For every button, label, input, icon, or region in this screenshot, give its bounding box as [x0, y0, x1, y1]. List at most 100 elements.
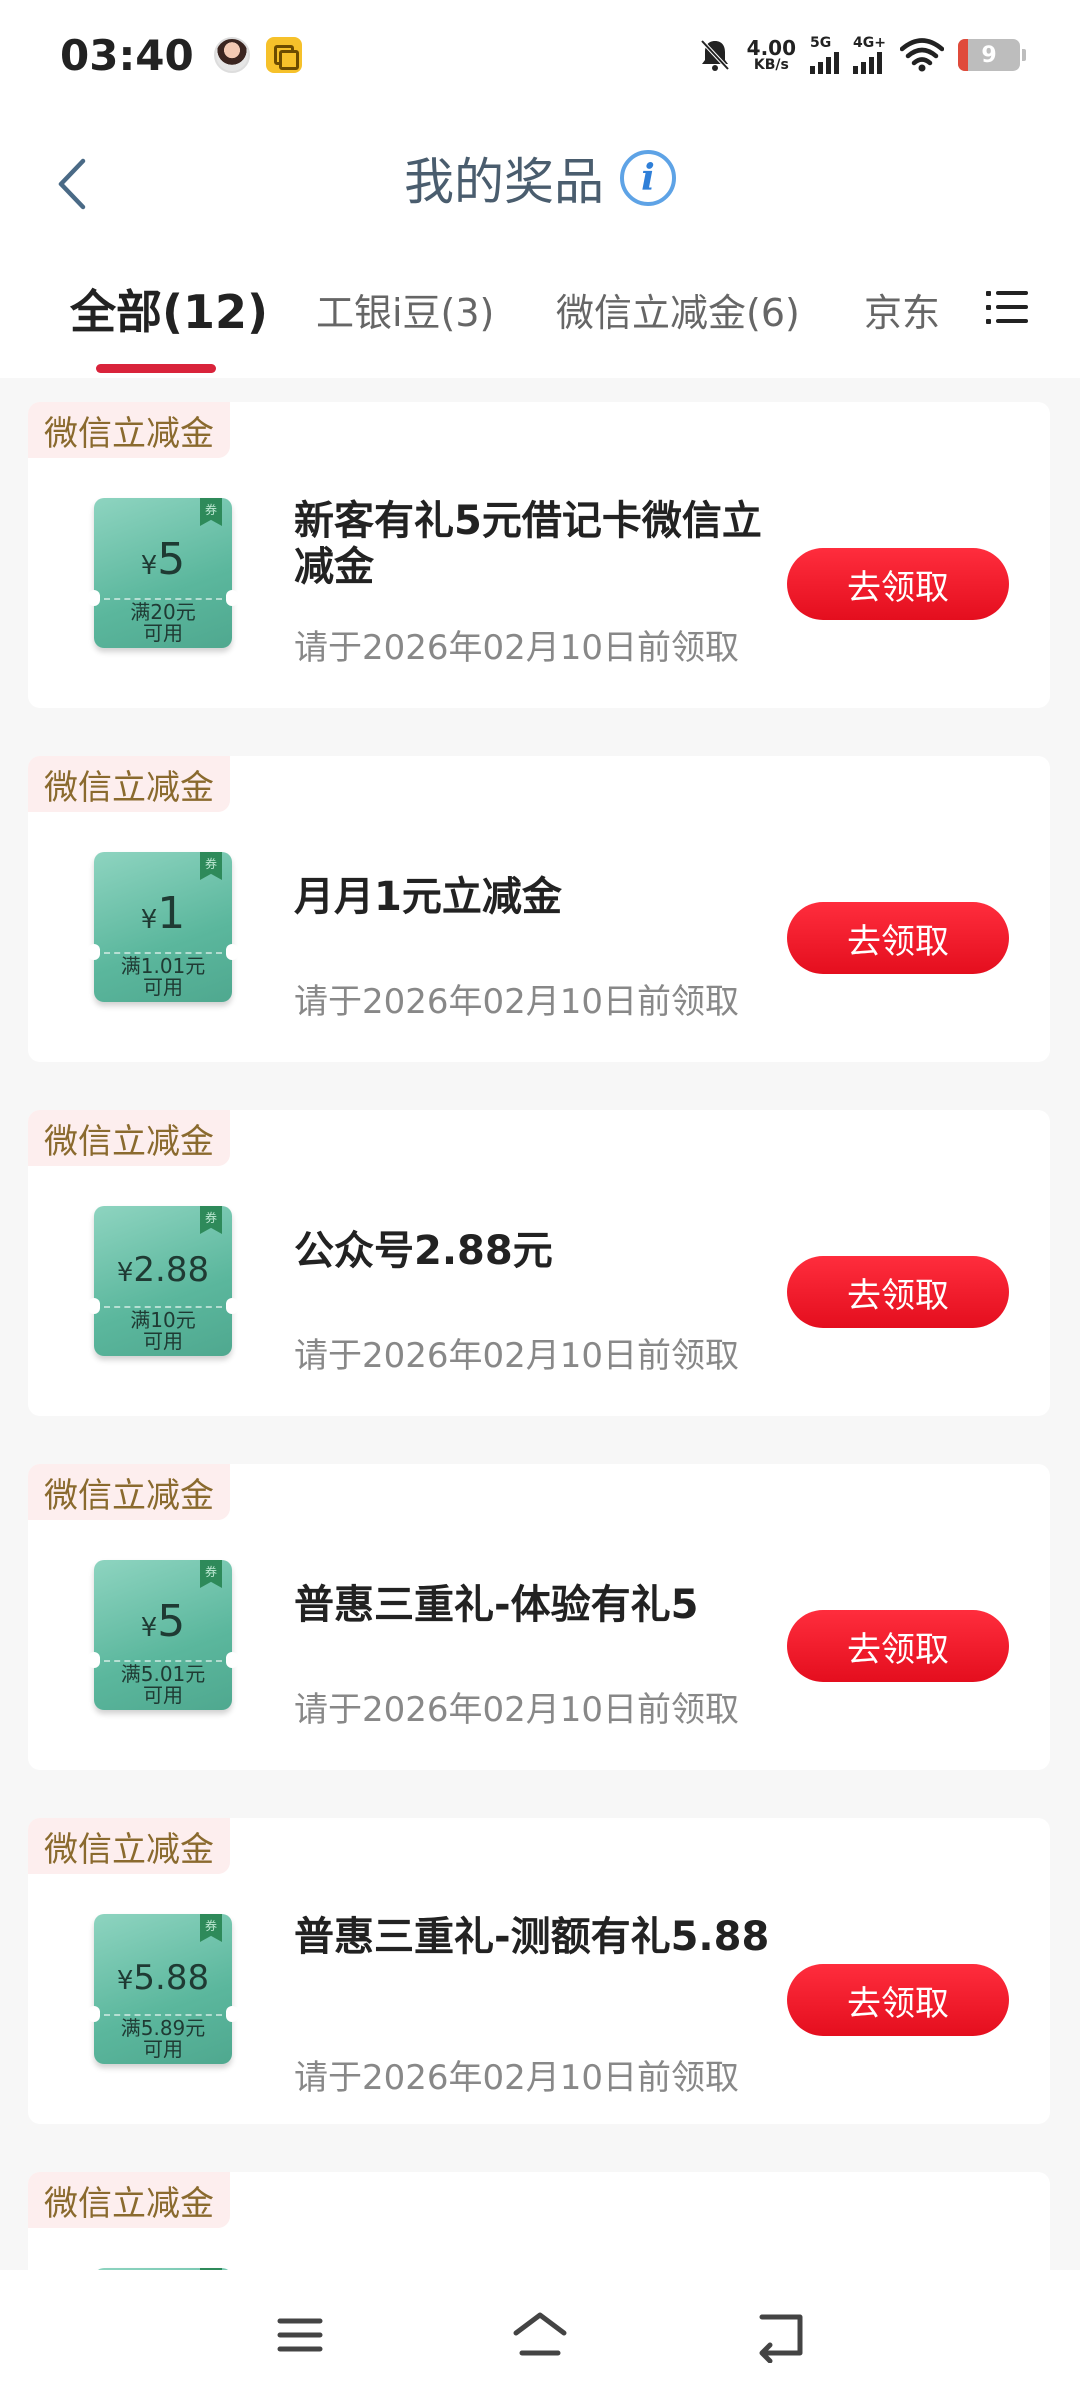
nav-menu-icon — [277, 2318, 323, 2352]
title-wrap: 我的奖品 i — [0, 142, 1080, 214]
signal-bars-icon — [810, 52, 840, 74]
coupon-icon: 券 ¥2.88 满10元 可用 — [88, 1206, 238, 1356]
coupon-icon: 券 ¥5 满5.01元 可用 — [88, 1560, 238, 1710]
tab-active-indicator — [96, 364, 216, 373]
page-title: 我的奖品 — [404, 153, 604, 211]
currency-symbol: ¥ — [140, 1613, 158, 1643]
prize-type-tag: 微信立减金 — [28, 1110, 230, 1166]
coupon-condition-line1: 满5.89元 — [120, 2016, 206, 2040]
coupon-amount: ¥5.88 — [94, 1958, 232, 1998]
coupon-amount: ¥5 — [94, 534, 232, 585]
tab-jd[interactable]: 京东 — [864, 282, 940, 337]
coupon-condition-line1: 满20元 — [130, 600, 196, 624]
coupon-condition-line1: 满1.01元 — [120, 954, 206, 978]
coupon-amount: ¥2.88 — [94, 1250, 232, 1290]
status-time: 03:40 — [60, 30, 194, 80]
prize-type-tag: 微信立减金 — [28, 402, 230, 458]
prize-list[interactable]: 微信立减金 券 ¥5 满20元 可用 新客有礼5元借记卡微信立减金 请于2026年… — [0, 378, 1080, 2270]
currency-symbol: ¥ — [140, 905, 158, 935]
system-nav-bar — [0, 2270, 1080, 2400]
coupon-amount: ¥5 — [94, 1596, 232, 1647]
prize-deadline: 请于2026年02月10日前领取 — [294, 2058, 740, 2098]
signal-sim2: 4G+ — [853, 36, 886, 74]
coupon-icon: 券 ¥1 满1.01元 可用 — [88, 852, 238, 1002]
prize-deadline: 请于2026年02月10日前领取 — [294, 1336, 740, 1376]
nav-menu-button[interactable] — [260, 2300, 340, 2370]
nav-home-icon — [513, 2312, 567, 2356]
currency-symbol: ¥ — [140, 551, 158, 581]
avatar-notification-icon — [213, 37, 250, 73]
coupon-amount-value: 5 — [157, 1596, 186, 1647]
status-left-icons — [213, 37, 302, 73]
coupon-amount: ¥1 — [94, 888, 232, 939]
coupon-condition: 满5.89元 可用 — [94, 2018, 232, 2060]
prize-title: 普惠三重礼-测额有礼5.88 — [294, 1914, 770, 1960]
coupon-condition: 满20元 可用 — [94, 602, 232, 644]
coupon-condition-line1: 满5.01元 — [120, 1662, 206, 1686]
prize-title: 新客有礼5元借记卡微信立减金 — [294, 498, 762, 590]
coupon-condition-line2: 可用 — [143, 2037, 183, 2061]
battery-icon: 9 — [958, 39, 1026, 71]
network-speed: 4.00 KB/s — [747, 38, 796, 72]
claim-button[interactable]: 去领取 — [787, 548, 1009, 620]
currency-symbol: ¥ — [116, 1258, 134, 1288]
signal-sim2-label: 4G+ — [853, 35, 886, 51]
coupon-ribbon-icon: 券 — [200, 498, 222, 526]
prize-deadline: 请于2026年02月10日前领取 — [294, 1690, 740, 1730]
tab-icbc-beans[interactable]: 工银i豆(3) — [316, 282, 494, 337]
coupon-condition-line2: 可用 — [143, 1329, 183, 1353]
coupon-amount-value: 2.88 — [133, 1250, 210, 1290]
signal-bars-icon — [853, 52, 883, 74]
coupon-amount-value: 5 — [157, 534, 186, 585]
coupon-icon: 券 ¥5.88 满5.89元 可用 — [88, 1914, 238, 2064]
coupon-condition-line2: 可用 — [143, 975, 183, 999]
coupon-ribbon-icon: 券 — [200, 1206, 222, 1234]
prize-deadline: 请于2026年02月10日前领取 — [294, 982, 740, 1022]
status-bar: 03:40 4.00 KB/s 5G 4G+ 9 — [0, 0, 1080, 110]
coupon-amount-value: 1 — [157, 888, 186, 939]
coupon-condition: 满10元 可用 — [94, 1310, 232, 1352]
prize-title: 公众号2.88元 — [294, 1228, 553, 1274]
prize-type-tag: 微信立减金 — [28, 1818, 230, 1874]
wifi-icon — [900, 38, 944, 72]
network-speed-unit: KB/s — [753, 57, 789, 73]
prize-title: 月月1元立减金 — [294, 874, 562, 920]
bell-muted-icon — [700, 39, 730, 71]
claim-button[interactable]: 去领取 — [787, 1256, 1009, 1328]
prize-card: 微信立减金 券 ¥2.88 满10元 可用 公众号2.88元 请于2026年02月… — [28, 1110, 1050, 1416]
coupon-condition-line2: 可用 — [143, 621, 183, 645]
prize-type-tag: 微信立减金 — [28, 1464, 230, 1520]
network-speed-value: 4.00 — [746, 36, 797, 60]
coupon-condition: 满1.01元 可用 — [94, 956, 232, 998]
nav-back-icon — [759, 2314, 803, 2363]
header: 我的奖品 i — [0, 130, 1080, 240]
prize-type-tag: 微信立减金 — [28, 2172, 230, 2228]
tab-all[interactable]: 全部(12) — [70, 276, 268, 342]
coupon-condition-line2: 可用 — [143, 1683, 183, 1707]
prize-card: 微信立减金 券 ¥5.88 满5.89元 可用 普惠三重礼-测额有礼5.88 请于… — [28, 1818, 1050, 2124]
prize-deadline: 请于2026年02月10日前领取 — [294, 628, 740, 668]
coupon-amount-value: 5.88 — [133, 1958, 210, 1998]
signal-sim1: 5G — [810, 36, 840, 74]
prize-card: 微信立减金 券 ¥1 满1.01元 可用 月月1元立减金 请于2026年02月10… — [28, 756, 1050, 1062]
tab-bar: 全部(12) 工银i豆(3) 微信立减金(6) 京东 — [0, 262, 1080, 377]
prize-card: 微信立减金 券 ¥5 满20元 可用 新客有礼5元借记卡微信立减金 请于2026年… — [28, 402, 1050, 708]
coupon-ribbon-icon: 券 — [200, 1914, 222, 1942]
coupon-condition: 满5.01元 可用 — [94, 1664, 232, 1706]
nav-back-button[interactable] — [740, 2300, 820, 2370]
nav-home-button[interactable] — [500, 2300, 580, 2370]
currency-symbol: ¥ — [116, 1966, 134, 1996]
claim-button[interactable]: 去领取 — [787, 902, 1009, 974]
prize-type-tag: 微信立减金 — [28, 756, 230, 812]
prize-title: 普惠三重礼-体验有礼5 — [294, 1582, 699, 1628]
tab-wechat-discount[interactable]: 微信立减金(6) — [556, 282, 800, 337]
copy-app-icon — [265, 37, 302, 73]
battery-level: 9 — [981, 42, 997, 68]
claim-button[interactable]: 去领取 — [787, 1610, 1009, 1682]
status-right-icons: 4.00 KB/s 5G 4G+ 9 — [697, 36, 1026, 74]
menu-list-icon[interactable] — [986, 288, 1028, 328]
claim-button[interactable]: 去领取 — [787, 1964, 1009, 2036]
info-icon[interactable]: i — [620, 150, 676, 206]
coupon-ribbon-icon: 券 — [200, 852, 222, 880]
coupon-icon: 券 ¥5 满20元 可用 — [88, 498, 238, 648]
